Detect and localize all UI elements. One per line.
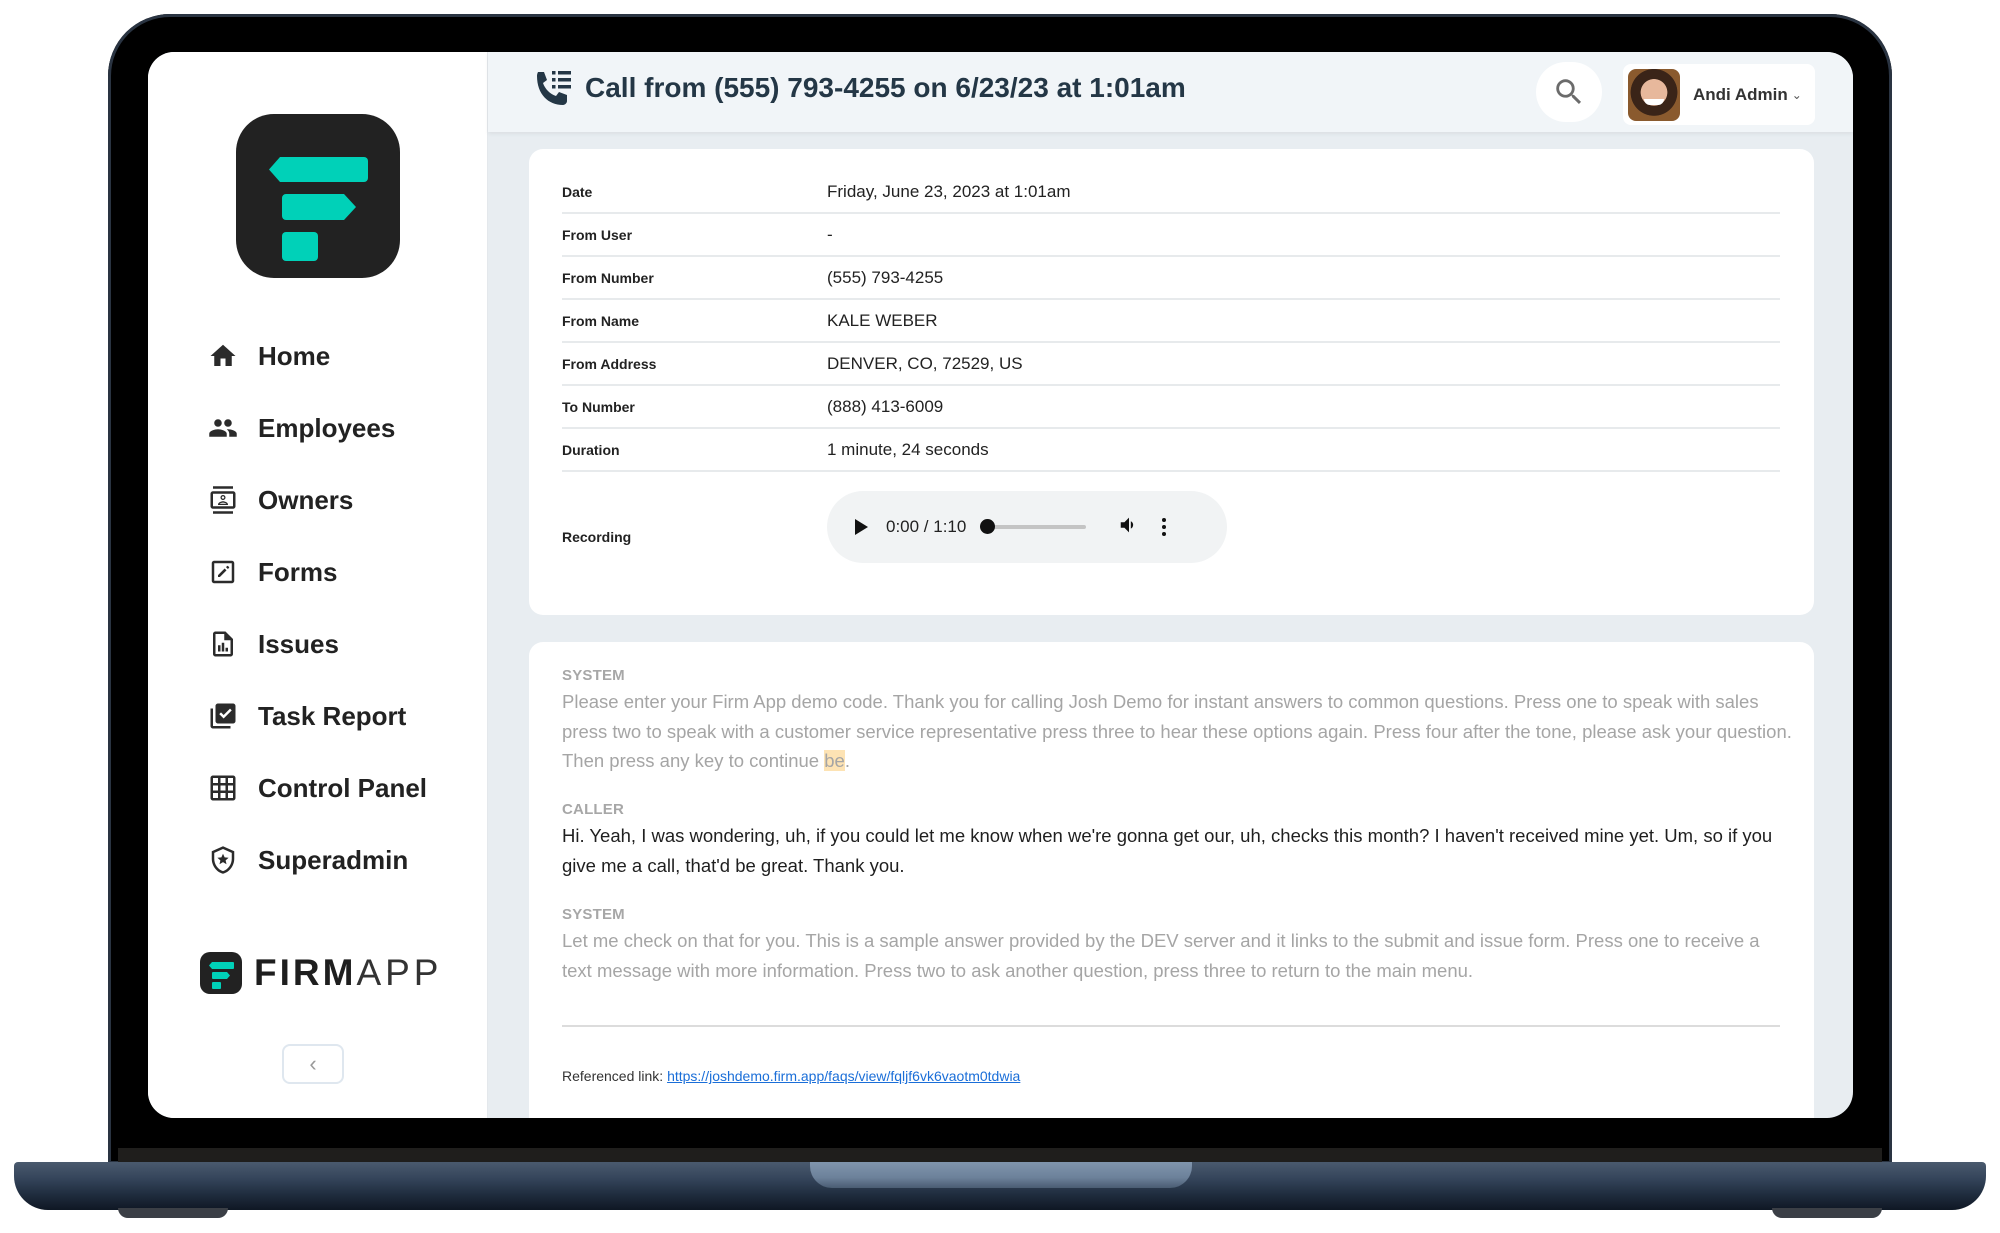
sidebar-item-label: Task Report xyxy=(258,700,407,731)
detail-value: 1 minute, 24 seconds xyxy=(827,439,989,459)
transcript-highlight: be xyxy=(824,750,845,771)
laptop-hinge xyxy=(118,1148,1882,1162)
app-screen: Home Employees Owners Forms Issues Task … xyxy=(148,52,1853,1118)
referenced-link-label: Referenced link: xyxy=(562,1068,668,1084)
transcript-card: SYSTEM Please enter your Firm App demo c… xyxy=(529,642,1814,1118)
detail-value: Friday, June 23, 2023 at 1:01am xyxy=(827,181,1071,201)
detail-row-from-name: From Name KALE WEBER xyxy=(562,300,1780,343)
sidebar-item-label: Owners xyxy=(258,484,354,515)
sidebar-item-label: Control Panel xyxy=(258,772,428,803)
sidebar-item-employees[interactable]: Employees xyxy=(208,392,478,464)
detail-row-to-number: To Number (888) 413-6009 xyxy=(562,386,1780,429)
brand-name-light: APP xyxy=(356,952,443,993)
audio-time: 0:00 / 1:10 xyxy=(886,517,967,536)
detail-row-from-number: From Number (555) 793-4255 xyxy=(562,257,1780,300)
edit-square-icon xyxy=(208,557,238,587)
detail-value: KALE WEBER xyxy=(827,310,938,330)
detail-row-duration: Duration 1 minute, 24 seconds xyxy=(562,429,1780,472)
page-title: Call from (555) 793-4255 on 6/23/23 at 1… xyxy=(585,72,1186,103)
detail-label: From User xyxy=(562,226,633,243)
sidebar-item-issues[interactable]: Issues xyxy=(208,608,478,680)
transcript-text-part: . xyxy=(844,750,850,771)
search-button[interactable] xyxy=(1536,62,1602,122)
sidebar-item-label: Forms xyxy=(258,556,338,587)
detail-label: From Number xyxy=(562,269,654,286)
firmapp-mini-logo-icon xyxy=(200,952,242,994)
home-icon xyxy=(208,341,238,371)
play-button[interactable] xyxy=(855,519,868,535)
referenced-link-row: Referenced link: https://joshdemo.firm.a… xyxy=(562,1068,1020,1084)
detail-row-date: Date Friday, June 23, 2023 at 1:01am xyxy=(562,171,1780,214)
page-header: Call from (555) 793-4255 on 6/23/23 at 1… xyxy=(488,52,1853,132)
sidebar-item-owners[interactable]: Owners xyxy=(208,464,478,536)
chevron-down-icon: ⌄ xyxy=(1791,87,1802,102)
people-icon xyxy=(208,413,238,443)
detail-label: Duration xyxy=(562,441,620,458)
sidebar-item-home[interactable]: Home xyxy=(208,320,478,392)
transcript-segment: SYSTEM Please enter your Firm App demo c… xyxy=(562,667,1792,776)
detail-row-from-user: From User - xyxy=(562,214,1780,257)
phone-log-icon xyxy=(532,68,574,110)
recording-label: Recording xyxy=(562,529,632,545)
report-file-icon xyxy=(208,629,238,659)
task-checked-icon xyxy=(208,701,238,731)
brand-name-bold: FIRM xyxy=(254,952,357,993)
firmapp-wordmark: FIRMAPP xyxy=(200,952,442,994)
detail-label: Date xyxy=(562,183,593,200)
firmapp-logo-icon[interactable] xyxy=(236,114,400,278)
transcript-segment: SYSTEM Let me check on that for you. Thi… xyxy=(562,906,1792,985)
detail-label: From Address xyxy=(562,355,657,372)
grid-icon xyxy=(208,773,238,803)
transcript-text: Please enter your Firm App demo code. Th… xyxy=(562,687,1792,776)
audio-seek-slider[interactable] xyxy=(980,519,1087,534)
detail-row-from-address: From Address DENVER, CO, 72529, US xyxy=(562,343,1780,386)
more-options-button[interactable] xyxy=(1162,518,1167,536)
detail-value: DENVER, CO, 72529, US xyxy=(827,353,1023,373)
shield-star-icon xyxy=(208,845,238,875)
sidebar-item-label: Home xyxy=(258,340,331,371)
avatar xyxy=(1628,68,1680,121)
volume-button[interactable] xyxy=(1118,514,1140,541)
brand-name: FIRMAPP xyxy=(254,952,442,994)
detail-label: From Name xyxy=(562,312,640,329)
laptop-foot-left xyxy=(118,1208,228,1218)
collapse-sidebar-button[interactable]: ‹ xyxy=(282,1044,344,1084)
transcript-text-part: Please enter your Firm App demo code. Th… xyxy=(562,691,1792,771)
user-menu-button[interactable]: Andi Admin ⌄ xyxy=(1623,64,1815,125)
sidebar-item-label: Employees xyxy=(258,412,396,443)
speaker-label: SYSTEM xyxy=(562,906,625,923)
transcript-text: Let me check on that for you. This is a … xyxy=(562,930,1760,981)
detail-value: (555) 793-4255 xyxy=(827,267,944,287)
sidebar-item-control-panel[interactable]: Control Panel xyxy=(208,752,478,824)
sidebar: Home Employees Owners Forms Issues Task … xyxy=(148,52,488,1118)
sidebar-item-label: Issues xyxy=(258,628,339,659)
sidebar-item-forms[interactable]: Forms xyxy=(208,536,478,608)
sidebar-nav: Home Employees Owners Forms Issues Task … xyxy=(208,320,478,896)
volume-icon xyxy=(1121,517,1134,532)
audio-player: 0:00 / 1:10 xyxy=(827,491,1227,563)
detail-label: To Number xyxy=(562,398,635,415)
user-name: Andi Admin xyxy=(1693,84,1788,104)
call-details-card: Date Friday, June 23, 2023 at 1:01am Fro… xyxy=(529,149,1814,615)
sidebar-item-task-report[interactable]: Task Report xyxy=(208,680,478,752)
detail-value: (888) 413-6009 xyxy=(827,396,944,416)
referenced-link[interactable]: https://joshdemo.firm.app/faqs/view/fqlj… xyxy=(667,1068,1020,1084)
transcript-text: Hi. Yeah, I was wondering, uh, if you co… xyxy=(562,825,1773,876)
search-icon xyxy=(1556,79,1582,105)
seek-thumb[interactable] xyxy=(980,519,996,534)
chevron-left-icon: ‹ xyxy=(309,1051,317,1076)
speaker-label: SYSTEM xyxy=(562,667,625,684)
transcript-segment: CALLER Hi. Yeah, I was wondering, uh, if… xyxy=(562,801,1792,880)
detail-value: - xyxy=(827,224,833,244)
sidebar-item-label: Superadmin xyxy=(258,844,409,875)
laptop-opening-notch xyxy=(810,1162,1192,1188)
speaker-label: CALLER xyxy=(562,801,625,818)
laptop-foot-right xyxy=(1772,1208,1882,1218)
divider xyxy=(562,1025,1780,1027)
sidebar-item-superadmin[interactable]: Superadmin xyxy=(208,824,478,896)
contact-card-icon xyxy=(208,485,238,515)
